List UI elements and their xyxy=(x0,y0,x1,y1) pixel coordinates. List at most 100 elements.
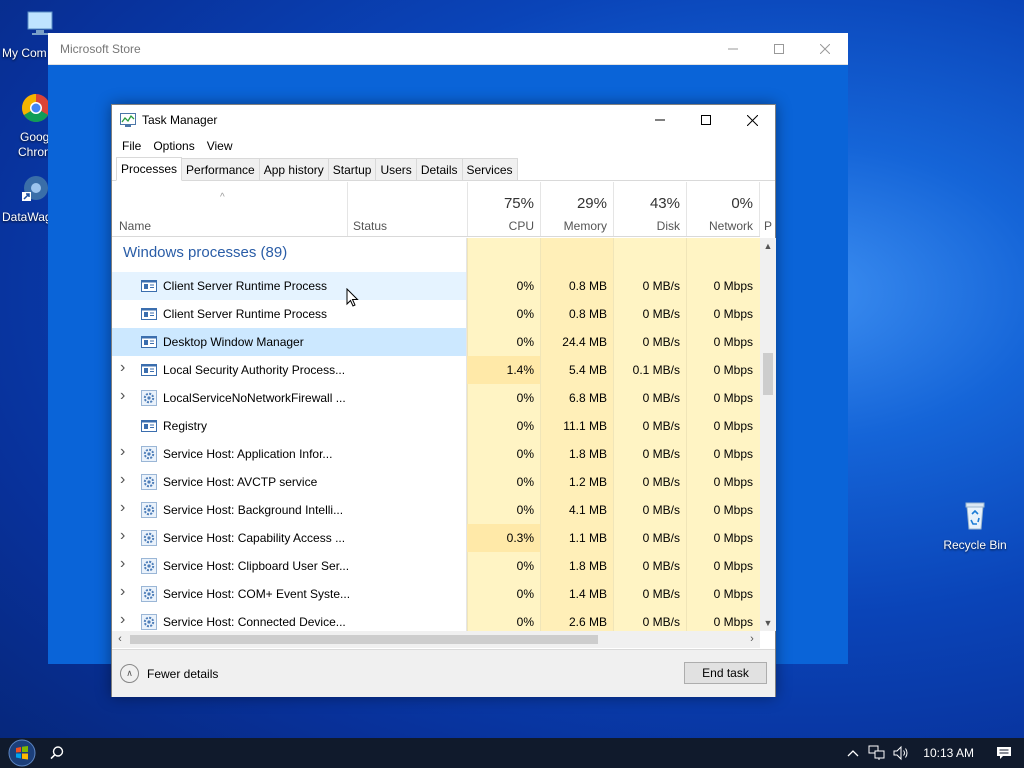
process-name-cell[interactable]: › Service Host: AVCTP service xyxy=(112,468,466,496)
network-cell: 0 Mbps xyxy=(713,419,753,433)
column-header-name[interactable]: ^ Name xyxy=(112,182,347,236)
menu-file[interactable]: File xyxy=(116,139,147,153)
store-close-button[interactable] xyxy=(802,33,848,64)
process-name: Service Host: COM+ Event Syste... xyxy=(163,587,351,601)
column-header-disk[interactable]: 43% Disk xyxy=(613,182,686,236)
column-header-network[interactable]: 0% Network xyxy=(686,182,759,236)
chevron-right-icon[interactable]: › xyxy=(120,611,130,628)
start-button[interactable] xyxy=(0,738,44,768)
tab-startup[interactable]: Startup xyxy=(327,158,377,180)
table-row[interactable]: › Service Host: Background Intelli... 0% 4.… xyxy=(112,496,760,524)
disk-cell: 0 MB/s xyxy=(642,447,680,461)
service-gear-icon xyxy=(141,558,157,574)
table-row[interactable]: › Service Host: COM+ Event Syste... 0% 1.4 … xyxy=(112,580,760,608)
tab-performance[interactable]: Performance xyxy=(181,158,260,180)
table-row[interactable]: › Service Host: AVCTP service 0% 1.2 MB 0 MB… xyxy=(112,468,760,496)
scroll-left-arrow-icon[interactable]: ‹ xyxy=(112,631,128,648)
table-row[interactable]: › Service Host: Connected Device... 0% 2.6 … xyxy=(112,608,760,631)
horizontal-scrollbar[interactable]: ‹ › xyxy=(112,631,760,648)
scroll-down-arrow-icon[interactable]: ▼ xyxy=(760,615,776,631)
process-name-cell[interactable]: › Service Host: Connected Device... xyxy=(112,608,466,631)
chevron-right-icon[interactable]: › xyxy=(120,359,130,376)
process-name-cell[interactable]: Desktop Window Manager xyxy=(112,328,466,356)
task-manager-window[interactable]: Task Manager File Options View Processes… xyxy=(111,104,776,697)
table-row[interactable]: › Service Host: Capability Access ... 0.3%… xyxy=(112,524,760,552)
process-name-cell[interactable]: › Local Security Authority Process... xyxy=(112,356,466,384)
process-name-cell[interactable]: › Service Host: Background Intelli... xyxy=(112,496,466,524)
tab-processes[interactable]: Processes xyxy=(116,157,183,181)
process-name-cell[interactable]: Registry xyxy=(112,412,466,440)
process-name: Service Host: Capability Access ... xyxy=(163,531,346,545)
process-name: Desktop Window Manager xyxy=(163,335,304,349)
store-maximize-button[interactable] xyxy=(756,33,802,64)
maximize-button[interactable] xyxy=(683,105,729,135)
show-hidden-icons-button[interactable] xyxy=(841,749,865,757)
chevron-right-icon[interactable]: › xyxy=(120,499,130,516)
task-manager-title-bar[interactable]: Task Manager xyxy=(112,105,775,135)
horizontal-scroll-thumb[interactable] xyxy=(130,635,598,644)
process-name-cell[interactable]: › Service Host: Capability Access ... xyxy=(112,524,466,552)
close-button[interactable] xyxy=(729,105,775,135)
process-name-cell[interactable]: › Service Host: COM+ Event Syste... xyxy=(112,580,466,608)
tab-app-history[interactable]: App history xyxy=(258,158,329,180)
process-name-cell[interactable]: Client Server Runtime Process xyxy=(112,272,466,300)
memory-cell: 1.8 MB xyxy=(568,447,607,461)
network-tray-button[interactable] xyxy=(865,745,889,761)
menu-view[interactable]: View xyxy=(201,139,239,153)
end-task-button[interactable]: End task xyxy=(684,662,767,684)
tab-users[interactable]: Users xyxy=(375,158,417,180)
desktop-icon-datawagon[interactable]: DataWag xyxy=(2,172,52,225)
process-name-cell[interactable]: › Service Host: Application Infor... xyxy=(112,440,466,468)
cpu-cell: 0% xyxy=(516,419,534,433)
process-name: Registry xyxy=(163,419,208,433)
desktop-icon-my-computer[interactable]: My Com xyxy=(2,8,53,61)
tab-services[interactable]: Services xyxy=(461,158,518,180)
tab-details[interactable]: Details xyxy=(415,158,463,180)
table-row[interactable]: Client Server Runtime Process 0% 0.8 MB 0 M… xyxy=(112,300,760,328)
chevron-right-icon[interactable]: › xyxy=(120,527,130,544)
process-name: Local Security Authority Process... xyxy=(163,363,346,377)
search-button[interactable] xyxy=(44,738,70,768)
chevron-right-icon[interactable]: › xyxy=(120,583,130,600)
table-row[interactable]: Client Server Runtime Process 0% 0.8 MB 0 M… xyxy=(112,272,760,300)
process-name: Client Server Runtime Process xyxy=(163,307,328,321)
chevron-right-icon[interactable]: › xyxy=(120,443,130,460)
taskbar-clock[interactable]: 10:13 AM xyxy=(913,746,984,760)
minimize-button[interactable] xyxy=(637,105,683,135)
fewer-details-label: Fewer details xyxy=(147,666,219,681)
maximize-icon xyxy=(774,43,784,54)
vertical-scroll-thumb[interactable] xyxy=(763,353,773,395)
table-row[interactable]: Desktop Window Manager 0% 24.4 MB 0 MB/s 0 M… xyxy=(112,328,760,356)
fewer-details-button[interactable]: ∧ Fewer details xyxy=(120,664,218,683)
menu-options[interactable]: Options xyxy=(147,139,200,153)
table-row[interactable]: › Service Host: Application Infor... 0% 1.8… xyxy=(112,440,760,468)
vertical-scrollbar[interactable]: ▲ ▼ xyxy=(760,238,776,631)
volume-tray-button[interactable] xyxy=(889,745,913,761)
chevron-right-icon[interactable]: › xyxy=(120,555,130,572)
column-header-status[interactable]: Status xyxy=(347,182,467,236)
scroll-right-arrow-icon[interactable]: › xyxy=(744,631,760,648)
store-minimize-button[interactable] xyxy=(710,33,756,64)
group-header-windows-processes[interactable]: Windows processes (89) xyxy=(123,244,287,261)
column-disk-label: Disk xyxy=(656,219,680,233)
table-row[interactable]: › Service Host: Clipboard User Ser... 0% 1.… xyxy=(112,552,760,580)
process-window-icon xyxy=(141,336,157,348)
column-header-cpu[interactable]: 75% CPU xyxy=(467,182,540,236)
store-title-bar[interactable]: Microsoft Store xyxy=(48,33,848,65)
column-header-memory[interactable]: 29% Memory xyxy=(540,182,613,236)
table-row[interactable]: › Local Security Authority Process... 1.4%… xyxy=(112,356,760,384)
process-name-cell[interactable]: › LocalServiceNoNetworkFirewall ... xyxy=(112,384,466,412)
chevron-right-icon[interactable]: › xyxy=(120,387,130,404)
scroll-up-arrow-icon[interactable]: ▲ xyxy=(760,238,776,254)
column-header-power[interactable]: P xyxy=(759,182,775,236)
table-row[interactable]: Registry 0% 11.1 MB 0 MB/s 0 Mbps xyxy=(112,412,760,440)
desktop-icon-recycle-bin[interactable]: Recycle Bin xyxy=(938,500,1012,553)
action-center-button[interactable] xyxy=(984,745,1024,761)
chevron-right-icon[interactable]: › xyxy=(120,471,130,488)
desktop-icon-google-chrome[interactable]: Goog Chron xyxy=(6,92,51,160)
process-name: Service Host: Connected Device... xyxy=(163,615,346,629)
process-name-cell[interactable]: Client Server Runtime Process xyxy=(112,300,466,328)
process-name: LocalServiceNoNetworkFirewall ... xyxy=(163,391,346,405)
table-row[interactable]: › LocalServiceNoNetworkFirewall ... 0% 6.8 … xyxy=(112,384,760,412)
process-name-cell[interactable]: › Service Host: Clipboard User Ser... xyxy=(112,552,466,580)
